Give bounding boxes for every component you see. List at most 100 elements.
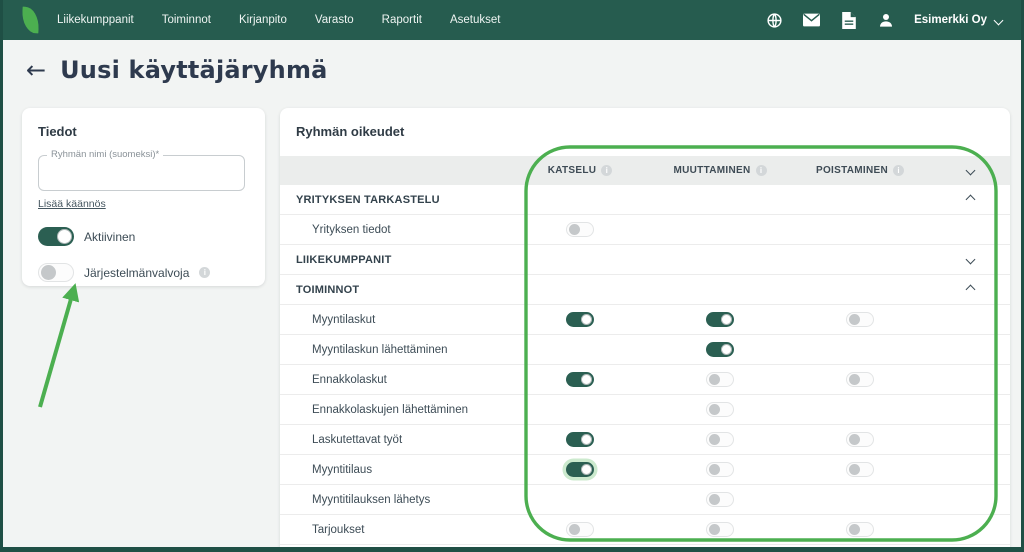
- nav-item-raportit[interactable]: Raportit: [382, 14, 422, 26]
- column-header-katselu: KATSELU: [548, 165, 597, 176]
- cell-poistaminen: [790, 312, 930, 327]
- group-name-field: Ryhmän nimi (suomeksi)*: [38, 155, 245, 191]
- toggle-off[interactable]: [846, 372, 874, 387]
- cell-katselu: [510, 522, 650, 537]
- toggle-on[interactable]: [566, 312, 594, 327]
- permissions-card-title: Ryhmän oikeudet: [280, 124, 1010, 139]
- window-border: [0, 0, 3, 552]
- company-selector[interactable]: Esimerkki Oy: [914, 14, 1002, 26]
- company-name: Esimerkki Oy: [914, 14, 987, 26]
- row-label: Myyntitilaus: [280, 464, 510, 476]
- toggle-on[interactable]: [566, 372, 594, 387]
- row-label: TOIMINNOT: [280, 284, 510, 296]
- mail-icon[interactable]: [803, 12, 820, 29]
- permission-row-myyntilaskut: Myyntilaskut: [280, 305, 1010, 335]
- toggle-off[interactable]: [706, 372, 734, 387]
- info-icon[interactable]: i: [893, 165, 904, 176]
- nav-item-toiminnot[interactable]: Toiminnot: [162, 14, 211, 26]
- chevron-down-icon: [965, 255, 975, 265]
- info-icon[interactable]: i: [756, 165, 767, 176]
- app-logo-leaf-icon[interactable]: [21, 7, 39, 34]
- user-icon[interactable]: [877, 12, 894, 29]
- cell-muuttaminen: [650, 522, 790, 537]
- column-header-poistaminen: POISTAMINEN: [816, 165, 888, 176]
- toggle-label: Järjestelmänvalvoja: [84, 266, 189, 280]
- chevron-up-icon: [965, 195, 975, 205]
- toggle-on[interactable]: [706, 342, 734, 357]
- cell-muuttaminen: [650, 462, 790, 477]
- collapse-all-button[interactable]: [930, 167, 1010, 174]
- toggle-off[interactable]: [566, 222, 594, 237]
- toggle-off[interactable]: [846, 312, 874, 327]
- cell-katselu: [510, 432, 650, 447]
- toggle-off[interactable]: [706, 432, 734, 447]
- cell-muuttaminen: [650, 402, 790, 417]
- row-label: Yrityksen tiedot: [280, 224, 510, 236]
- row-label: Myyntilaskut: [280, 314, 510, 326]
- toggle-off[interactable]: [846, 462, 874, 477]
- permission-row-yrityksen-tiedot: Yrityksen tiedot: [280, 215, 1010, 245]
- section-collapse-button[interactable]: [930, 286, 1010, 293]
- cell-poistaminen: [790, 462, 930, 477]
- nav-item-varasto[interactable]: Varasto: [315, 14, 354, 26]
- section-row-liikekumppanit[interactable]: LIIKEKUMPPANIT: [280, 245, 1010, 275]
- row-label: Myyntilaskun lähettäminen: [280, 344, 510, 356]
- toggle-label: Aktiivinen: [84, 230, 135, 244]
- section-row-toiminnot[interactable]: TOIMINNOT: [280, 275, 1010, 305]
- page-title: Uusi käyttäjäryhmä: [60, 56, 327, 84]
- toggle-row-j-rjestelm-nvalvoja: Järjestelmänvalvoja i: [38, 263, 249, 282]
- cell-poistaminen: [790, 432, 930, 447]
- tiedot-card: Tiedot Ryhmän nimi (suomeksi)* Lisää kää…: [22, 108, 265, 286]
- permission-row-myyntitilaus: Myyntitilaus: [280, 455, 1010, 485]
- info-icon[interactable]: i: [199, 267, 210, 278]
- group-name-input[interactable]: [39, 156, 244, 190]
- toggle-off[interactable]: [38, 263, 74, 282]
- top-nav: Liikekumppanit Toiminnot Kirjanpito Varasto…: [0, 0, 1024, 40]
- tiedot-card-title: Tiedot: [38, 124, 249, 139]
- toggle-off[interactable]: [846, 522, 874, 537]
- toggle-off[interactable]: [706, 402, 734, 417]
- window-border: [0, 547, 1024, 552]
- toggle-row-aktiivinen: Aktiivinen: [38, 227, 249, 246]
- nav-item-kirjanpito[interactable]: Kirjanpito: [239, 14, 287, 26]
- toggle-on[interactable]: [38, 227, 74, 246]
- row-label: Ennakkolaskut: [280, 374, 510, 386]
- toggle-off[interactable]: [706, 522, 734, 537]
- chevron-down-icon: [994, 15, 1004, 25]
- toggle-off[interactable]: [566, 522, 594, 537]
- cell-muuttaminen: [650, 342, 790, 357]
- info-icon[interactable]: i: [601, 165, 612, 176]
- toggle-off[interactable]: [846, 432, 874, 447]
- file-icon[interactable]: [840, 12, 857, 29]
- toggle-off[interactable]: [706, 492, 734, 507]
- permission-row-ennakkolaskujen-l-hett-minen: Ennakkolaskujen lähettäminen: [280, 395, 1010, 425]
- toggle-off[interactable]: [706, 462, 734, 477]
- nav-item-liikekumppanit[interactable]: Liikekumppanit: [57, 14, 134, 26]
- cell-muuttaminen: [650, 492, 790, 507]
- nav-item-asetukset[interactable]: Asetukset: [450, 14, 501, 26]
- back-button[interactable]: ←: [26, 58, 46, 82]
- toggle-on[interactable]: [566, 432, 594, 447]
- row-label: Tarjoukset: [280, 524, 510, 536]
- annotation-arrow: [40, 292, 73, 407]
- section-collapse-button[interactable]: [930, 196, 1010, 203]
- section-collapse-button[interactable]: [930, 256, 1010, 263]
- cell-muuttaminen: [650, 312, 790, 327]
- section-row-yrityksen-tarkastelu[interactable]: YRITYKSEN TARKASTELU: [280, 185, 1010, 215]
- permissions-card: Ryhmän oikeudet KATSELU i MUUTTAMINEN i …: [280, 108, 1010, 548]
- cell-katselu: [510, 372, 650, 387]
- permission-row-myyntilaskun-l-hett-minen: Myyntilaskun lähettäminen: [280, 335, 1010, 365]
- row-label: YRITYKSEN TARKASTELU: [280, 194, 510, 206]
- toggle-on[interactable]: [566, 462, 594, 477]
- add-translation-link[interactable]: Lisää käännös: [38, 198, 106, 210]
- permission-row-ennakkolaskut: Ennakkolaskut: [280, 365, 1010, 395]
- permissions-table-header: KATSELU i MUUTTAMINEN i POISTAMINEN i: [280, 156, 1010, 185]
- chevron-up-icon: [965, 285, 975, 295]
- cell-poistaminen: [790, 522, 930, 537]
- cell-katselu: [510, 222, 650, 237]
- row-label: LIIKEKUMPPANIT: [280, 254, 510, 266]
- main-menu: Liikekumppanit Toiminnot Kirjanpito Varasto…: [57, 14, 500, 26]
- toggle-on[interactable]: [706, 312, 734, 327]
- group-name-label: Ryhmän nimi (suomeksi)*: [47, 149, 163, 160]
- globe-icon[interactable]: [766, 12, 783, 29]
